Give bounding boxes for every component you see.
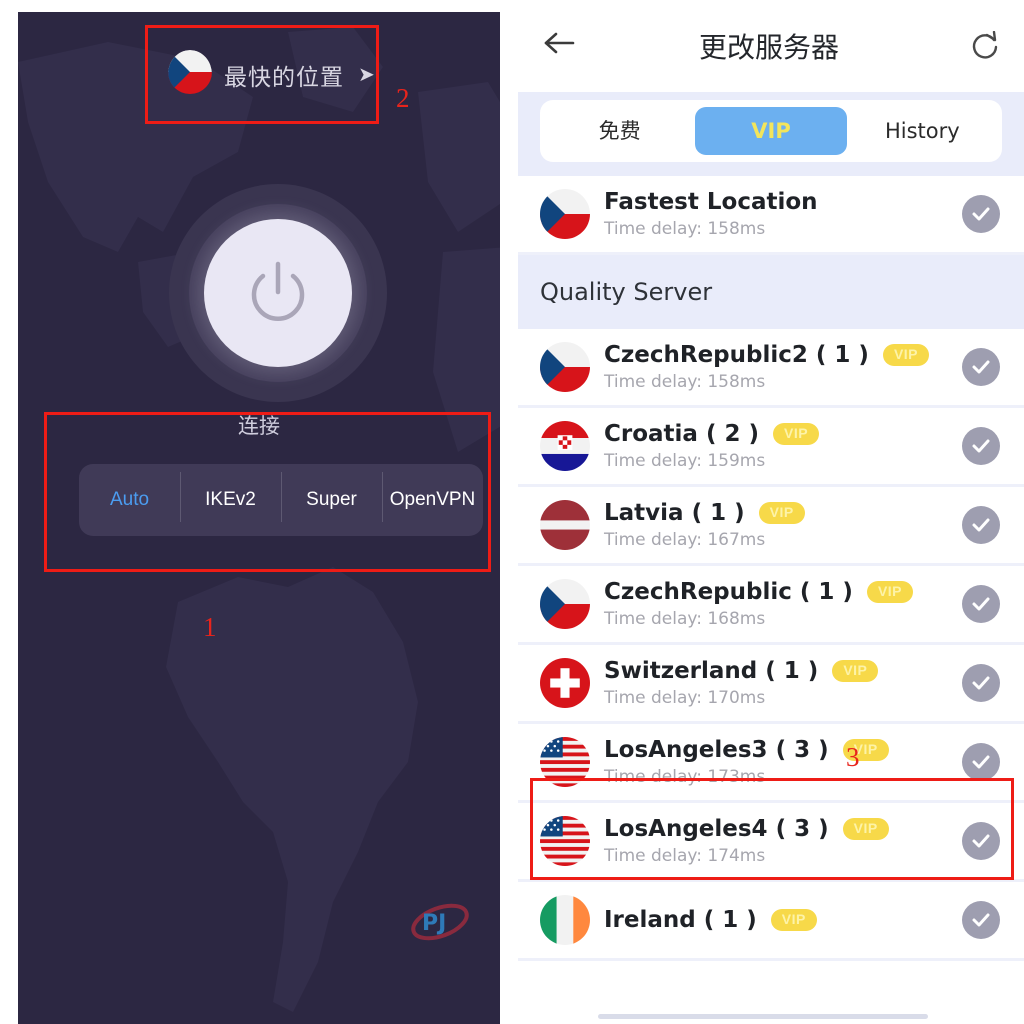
select-check-icon[interactable] xyxy=(962,743,1000,781)
vip-badge: VIP xyxy=(773,423,820,445)
server-name: CzechRepublic ( 1 ) xyxy=(604,579,853,605)
table-row[interactable]: Fastest Location Time delay: 158ms xyxy=(518,176,1024,255)
table-row[interactable]: Croatia ( 2 ) VIP Time delay: 159ms xyxy=(518,408,1024,487)
vip-badge: VIP xyxy=(882,344,930,366)
tab-history[interactable]: History xyxy=(847,107,998,155)
czech-republic-flag-icon xyxy=(168,50,212,99)
croatia-flag-icon xyxy=(540,421,590,471)
protocol-option-ikev2[interactable]: IKEv2 xyxy=(180,472,281,522)
vip-badge: VIP xyxy=(842,818,889,840)
czech-republic-flag-icon xyxy=(540,579,590,629)
connect-status-label: 连接 xyxy=(238,414,280,438)
vip-badge: VIP xyxy=(832,660,879,682)
annotation-number-2: 2 xyxy=(396,83,410,113)
server-delay: Time delay: 158ms xyxy=(604,219,766,239)
annotation-number-3: 3 xyxy=(846,742,860,772)
select-check-icon[interactable] xyxy=(962,585,1000,623)
server-name: Latvia ( 1 ) xyxy=(604,500,745,526)
server-name: Croatia ( 2 ) xyxy=(604,421,759,447)
server-delay: Time delay: 170ms xyxy=(604,688,766,708)
server-name: CzechRepublic2 ( 1 ) xyxy=(604,342,869,368)
svg-text:PJ: PJ xyxy=(422,911,446,936)
tab-free[interactable]: 免费 xyxy=(544,107,695,155)
select-check-icon[interactable] xyxy=(962,348,1000,386)
table-row[interactable]: Switzerland ( 1 ) VIP Time delay: 170ms xyxy=(518,645,1024,724)
pj-watermark-logo: PJ xyxy=(408,897,478,952)
scrollbar[interactable] xyxy=(598,1014,928,1019)
refresh-icon[interactable] xyxy=(966,31,1000,61)
ireland-flag-icon xyxy=(540,895,590,945)
server-name: Ireland ( 1 ) xyxy=(604,907,757,933)
protocol-selector[interactable]: Auto IKEv2 Super OpenVPN xyxy=(79,464,483,536)
select-check-icon[interactable] xyxy=(962,822,1000,860)
server-delay: Time delay: 159ms xyxy=(604,451,766,471)
usa-flag-icon xyxy=(540,816,590,866)
table-row[interactable]: LosAngeles3 ( 3 ) VIP Time delay: 173ms xyxy=(518,724,1024,803)
server-delay: Time delay: 174ms xyxy=(604,846,766,866)
table-row[interactable]: CzechRepublic2 ( 1 ) VIP Time delay: 158… xyxy=(518,329,1024,408)
power-button-inner-ring xyxy=(189,204,367,382)
server-name: LosAngeles4 ( 3 ) xyxy=(604,816,829,842)
fastest-location-label: 最快的位置 xyxy=(224,64,344,91)
annotation-number-1: 1 xyxy=(203,612,217,642)
protocol-option-openvpn[interactable]: OpenVPN xyxy=(382,472,483,522)
server-delay: Time delay: 158ms xyxy=(604,372,766,392)
server-list-panel: 更改服务器 免费 VIP History Fastest Location Ti… xyxy=(518,0,1024,1024)
server-panel-header: 更改服务器 xyxy=(518,0,1024,92)
server-delay: Time delay: 168ms xyxy=(604,609,766,629)
vpn-main-panel: 最快的位置 ➤ 连接 Auto IKEv2 Super OpenVPN PJ xyxy=(18,12,500,1024)
table-row[interactable]: LosAngeles4 ( 3 ) VIP Time delay: 174ms xyxy=(518,803,1024,882)
czech-republic-flag-icon xyxy=(540,342,590,392)
czech-republic-flag-icon xyxy=(540,189,590,239)
vip-badge: VIP xyxy=(866,581,914,603)
power-icon xyxy=(251,261,305,321)
chevron-right-icon: ➤ xyxy=(358,64,375,86)
select-check-icon[interactable] xyxy=(962,506,1000,544)
server-delay: Time delay: 167ms xyxy=(604,530,766,550)
power-button[interactable] xyxy=(204,219,352,367)
protocol-option-super[interactable]: Super xyxy=(281,472,382,522)
table-row[interactable]: Latvia ( 1 ) VIP Time delay: 167ms xyxy=(518,487,1024,566)
select-check-icon[interactable] xyxy=(962,901,1000,939)
page-title: 更改服务器 xyxy=(698,31,839,64)
vip-badge: VIP xyxy=(758,502,805,524)
server-name: Switzerland ( 1 ) xyxy=(604,658,819,684)
select-check-icon[interactable] xyxy=(962,664,1000,702)
select-check-icon[interactable] xyxy=(962,195,1000,233)
vip-badge: VIP xyxy=(770,909,817,931)
protocol-option-auto[interactable]: Auto xyxy=(79,489,180,511)
power-button-outer-ring xyxy=(169,184,387,402)
fastest-location-selector[interactable]: 最快的位置 ➤ xyxy=(168,50,375,99)
latvia-flag-icon xyxy=(540,500,590,550)
select-check-icon[interactable] xyxy=(962,427,1000,465)
tab-vip[interactable]: VIP xyxy=(695,107,847,155)
server-type-tabs: 免费 VIP History xyxy=(518,92,1024,176)
server-name: Fastest Location xyxy=(604,189,818,215)
server-name: LosAngeles3 ( 3 ) xyxy=(604,737,829,763)
usa-flag-icon xyxy=(540,737,590,787)
section-header-quality-server: Quality Server xyxy=(518,255,1024,329)
table-row[interactable]: Ireland ( 1 ) VIP xyxy=(518,882,1024,961)
table-row[interactable]: CzechRepublic ( 1 ) VIP Time delay: 168m… xyxy=(518,566,1024,645)
switzerland-flag-icon xyxy=(540,658,590,708)
server-delay: Time delay: 173ms xyxy=(604,767,766,787)
